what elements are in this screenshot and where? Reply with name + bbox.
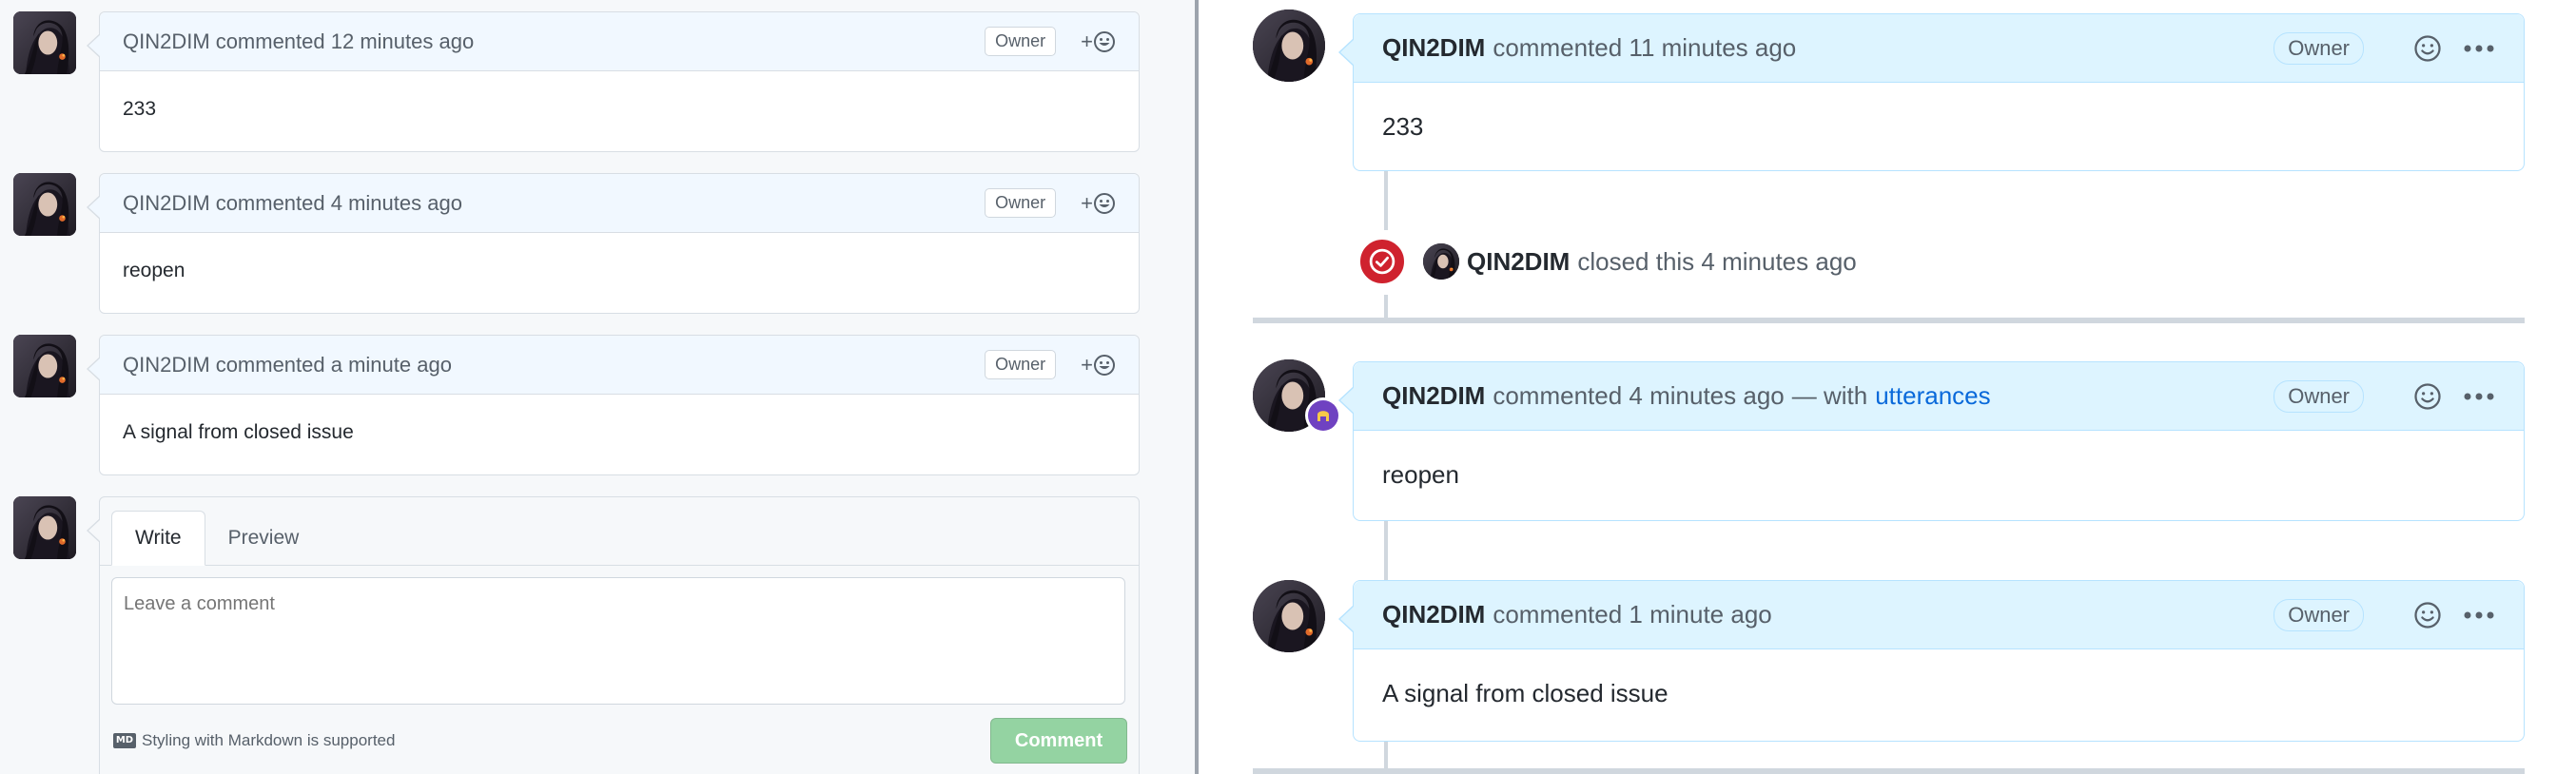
comment-meta[interactable]: commented 4 minutes ago [1493, 381, 1784, 411]
comment-box: QIN2DIM commented a minute ago Owner + A… [87, 335, 1140, 475]
comment-box: QIN2DIM commented 4 minutes ago — with u… [1338, 361, 2525, 521]
owner-badge: Owner [2274, 598, 2364, 631]
timeline-separator [1253, 318, 2525, 323]
add-reaction-button[interactable] [2411, 599, 2444, 631]
event-author[interactable]: QIN2DIM [1467, 247, 1570, 277]
avatar[interactable] [1253, 10, 1325, 82]
comment-body: reopen [123, 260, 185, 281]
more-options-button[interactable] [2463, 32, 2495, 65]
comment-author[interactable]: QIN2DIM [123, 29, 210, 54]
comment-box: QIN2DIM commented 4 minutes ago Owner + … [87, 173, 1140, 314]
owner-badge: Owner [2274, 31, 2364, 65]
comment-submit-button[interactable]: Comment [990, 718, 1127, 764]
plus-icon: + [1081, 190, 1093, 215]
comment-body: 233 [1382, 111, 1424, 141]
new-comment-form: Write Preview MD Styling with Markdown i… [87, 496, 1140, 774]
comment-box: QIN2DIM commented 1 minute ago Owner A s… [1338, 580, 2525, 742]
comment-header: QIN2DIM commented 12 minutes ago Owner + [100, 12, 1139, 71]
owner-badge: Owner [2274, 379, 2364, 413]
tab-write[interactable]: Write [111, 511, 205, 566]
timeline-line [1384, 171, 1388, 230]
kebab-horizontal-icon [2464, 45, 2494, 51]
comment-meta[interactable]: commented 12 minutes ago [216, 29, 475, 54]
comment-header: QIN2DIM commented a minute ago Owner + [100, 336, 1139, 395]
avatar[interactable] [13, 335, 76, 397]
utterances-icon [1308, 400, 1338, 431]
comment-body: 233 [123, 98, 157, 120]
comment-via: — with [1791, 381, 1868, 410]
utterances-app-badge[interactable] [1305, 397, 1341, 434]
avatar[interactable] [13, 11, 76, 74]
closed-event: QIN2DIM closed this 4 minutes ago [1356, 236, 1857, 287]
tab-preview[interactable]: Preview [205, 511, 322, 565]
comment-author[interactable]: QIN2DIM [1382, 33, 1485, 63]
more-options-button[interactable] [2463, 599, 2495, 631]
comment-body: reopen [1382, 459, 1459, 489]
comment-author[interactable]: QIN2DIM [1382, 381, 1485, 411]
timeline-line [1384, 295, 1388, 318]
comment-author[interactable]: QIN2DIM [123, 191, 210, 216]
add-reaction-button[interactable] [2411, 380, 2444, 413]
add-reaction-button[interactable]: + [1081, 353, 1116, 377]
comment-meta[interactable]: commented 1 minute ago [1493, 600, 1771, 629]
plus-icon: + [1081, 352, 1093, 377]
owner-badge: Owner [985, 350, 1057, 379]
utterances-widget: QIN2DIM commented 12 minutes ago Owner +… [0, 0, 1195, 774]
kebab-horizontal-icon [2464, 393, 2494, 399]
comment-header: QIN2DIM commented 11 minutes ago Owner [1354, 14, 2524, 83]
comment-box: QIN2DIM commented 11 minutes ago Owner 2… [1338, 13, 2525, 171]
comment-header: QIN2DIM commented 1 minute ago Owner [1354, 581, 2524, 649]
comment-textarea[interactable] [111, 577, 1125, 705]
add-reaction-button[interactable] [2411, 32, 2444, 65]
avatar[interactable] [1423, 243, 1459, 280]
comment-header: QIN2DIM commented 4 minutes ago — with u… [1354, 362, 2524, 431]
comment-author[interactable]: QIN2DIM [1382, 600, 1485, 629]
avatar[interactable] [13, 173, 76, 236]
comment-body: A signal from closed issue [123, 421, 354, 443]
github-issue-timeline: QIN2DIM commented 11 minutes ago Owner 2… [1199, 0, 2576, 774]
timeline-separator [1253, 768, 2525, 774]
comment-meta[interactable]: commented 4 minutes ago [216, 191, 462, 216]
add-reaction-button[interactable]: + [1081, 191, 1116, 216]
plus-icon: + [1081, 29, 1093, 53]
timeline-line [1384, 521, 1388, 580]
smiley-icon [2414, 382, 2441, 410]
comment-body: A signal from closed issue [1382, 678, 1669, 707]
editor-tabs: Write Preview [100, 497, 1139, 566]
smiley-icon [2414, 34, 2441, 62]
smiley-icon [1094, 192, 1115, 214]
avatar[interactable] [1253, 580, 1325, 652]
owner-badge: Owner [985, 27, 1057, 56]
comment-header: QIN2DIM commented 4 minutes ago Owner + [100, 174, 1139, 233]
markdown-note-label: Styling with Markdown is supported [142, 731, 396, 749]
add-reaction-button[interactable]: + [1081, 29, 1116, 54]
comment-meta[interactable]: commented 11 minutes ago [1493, 33, 1796, 63]
owner-badge: Owner [985, 188, 1057, 218]
utterances-link[interactable]: utterances [1875, 381, 1990, 411]
issue-closed-icon [1356, 236, 1408, 287]
comment-box: QIN2DIM commented 12 minutes ago Owner +… [87, 11, 1140, 152]
event-text[interactable]: closed this 4 minutes ago [1577, 247, 1856, 277]
kebab-horizontal-icon [2464, 611, 2494, 618]
more-options-button[interactable] [2463, 380, 2495, 413]
smiley-icon [2414, 601, 2441, 629]
comment-author[interactable]: QIN2DIM [123, 353, 210, 377]
current-user-avatar[interactable] [13, 496, 76, 559]
comment-meta[interactable]: commented a minute ago [216, 353, 452, 377]
markdown-icon: MD [113, 733, 136, 748]
markdown-note[interactable]: MD Styling with Markdown is supported [113, 731, 395, 750]
smiley-icon [1094, 30, 1115, 52]
smiley-icon [1094, 354, 1115, 376]
